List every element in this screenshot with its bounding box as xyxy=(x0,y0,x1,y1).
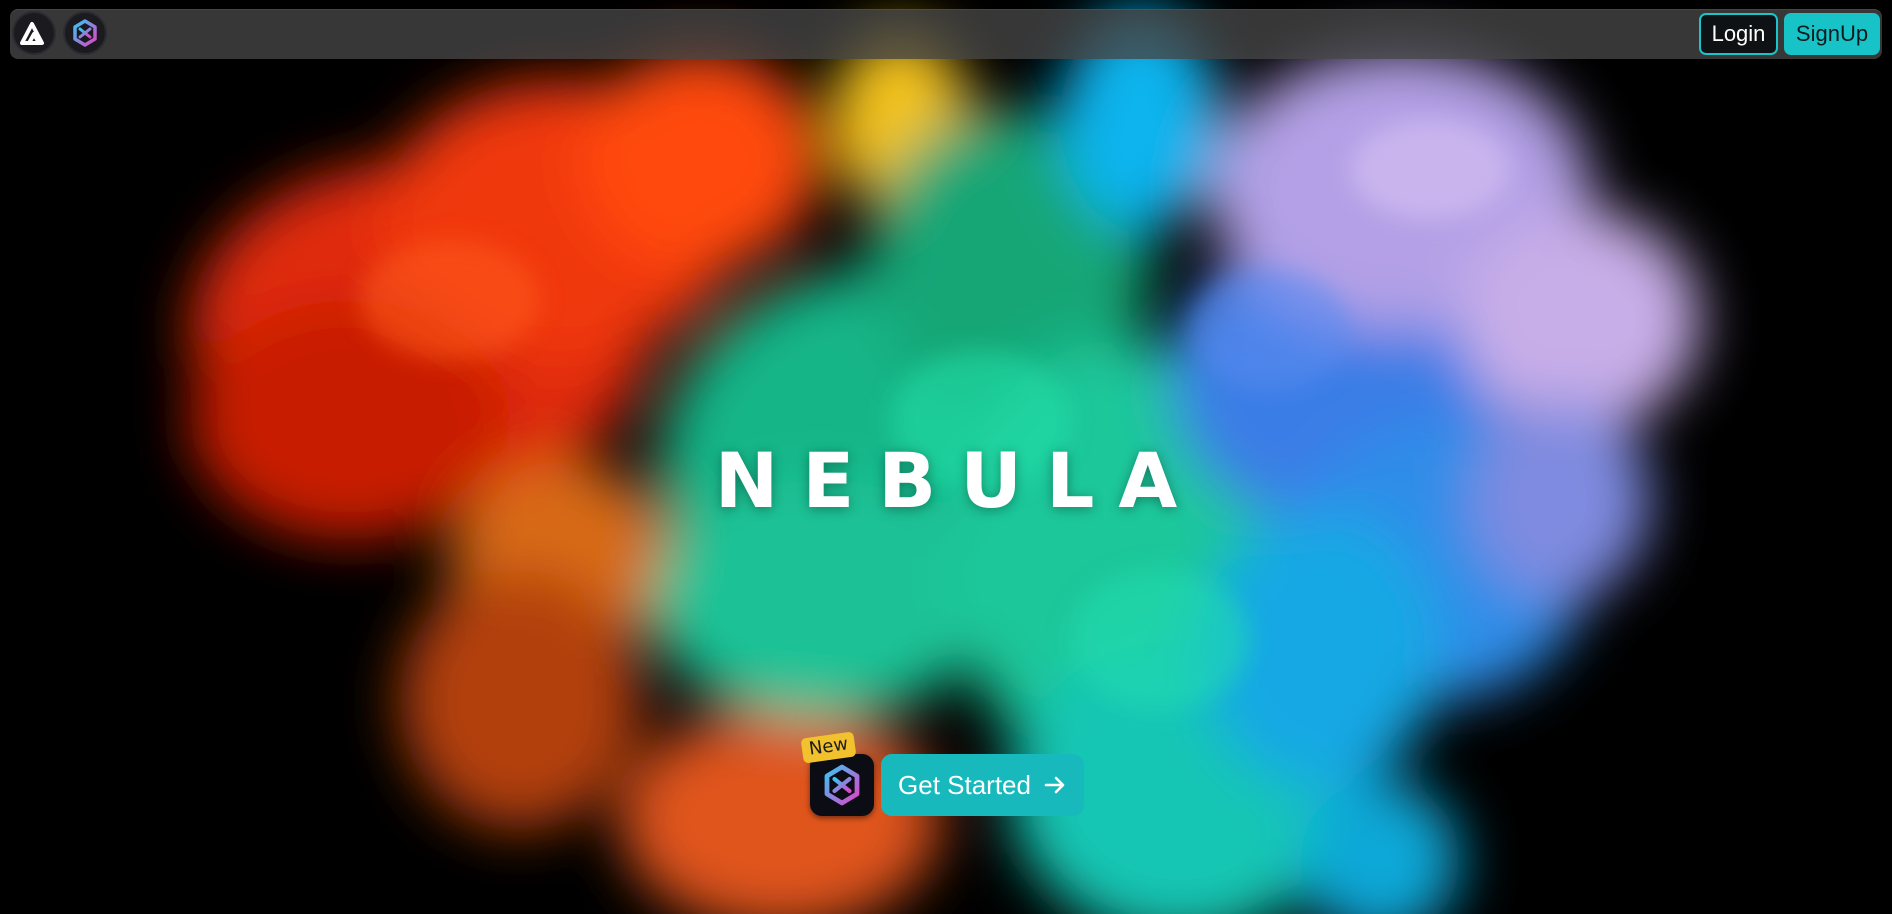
get-started-button[interactable]: Get Started xyxy=(881,754,1084,816)
nebula-logo-glyph xyxy=(73,19,97,47)
signup-button[interactable]: SignUp xyxy=(1784,13,1880,55)
login-button[interactable]: Login xyxy=(1699,13,1778,55)
top-navbar: Login SignUp xyxy=(10,9,1882,59)
arrow-right-icon xyxy=(1043,773,1067,797)
get-started-label: Get Started xyxy=(898,769,1031,800)
nebula-app-icon xyxy=(810,754,874,816)
hero-title: NEBULA xyxy=(714,436,1202,525)
a-logo-glyph xyxy=(20,22,44,45)
a-logo-icon[interactable] xyxy=(12,11,56,55)
cta-group: New Get Started xyxy=(800,731,1084,817)
landing-page: Login SignUp NEBULA New Get Started xyxy=(0,0,1892,914)
nebula-app-glyph xyxy=(824,764,860,806)
nebula-logo-icon[interactable] xyxy=(63,11,107,55)
